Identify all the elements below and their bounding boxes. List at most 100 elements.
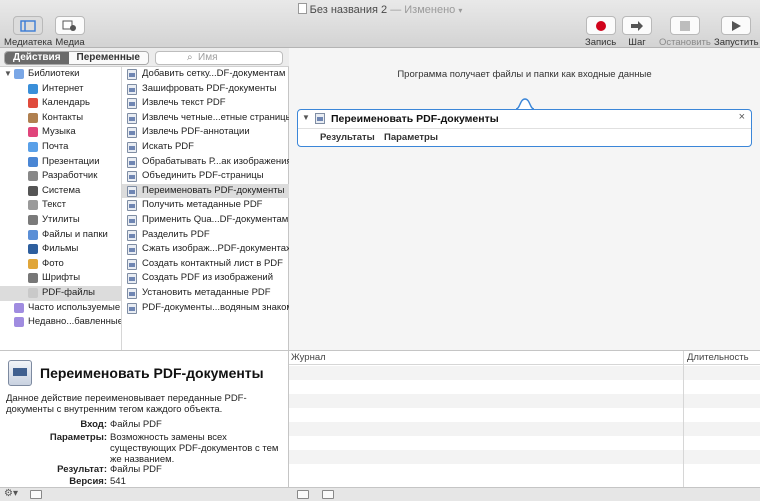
sidebar-item[interactable]: Файлы и папки xyxy=(0,228,121,243)
sidebar-item[interactable]: Интернет xyxy=(0,82,121,97)
list-item-label: Переименовать PDF-документы xyxy=(142,184,285,196)
run-button[interactable]: Запустить xyxy=(714,16,759,48)
log-row xyxy=(289,422,760,436)
pdf-action-icon xyxy=(127,215,137,226)
gear-icon[interactable]: ⚙▾ xyxy=(4,488,18,499)
stop-button[interactable]: Остановить xyxy=(659,16,711,48)
smart-folder-label: Недавно...бавленные xyxy=(28,316,122,328)
category-icon xyxy=(28,258,38,269)
list-item[interactable]: Установить метаданные PDF xyxy=(122,286,289,301)
result-value: Файлы PDF xyxy=(110,464,162,475)
library-button[interactable]: Медиатека xyxy=(4,16,52,48)
list-item[interactable]: Переименовать PDF-документы xyxy=(122,183,289,199)
list-item[interactable]: Разделить PDF xyxy=(122,228,289,243)
media-button-label: Медиа xyxy=(55,37,85,48)
sidebar-item[interactable]: Утилиты xyxy=(0,213,121,228)
sidebar-item-label: Фильмы xyxy=(42,243,79,255)
close-icon[interactable]: × xyxy=(739,111,745,123)
bottom-bar: ⚙▾ xyxy=(0,487,760,501)
pdf-action-icon xyxy=(127,156,137,168)
library-icon xyxy=(13,16,44,35)
sidebar-item[interactable]: Шрифты xyxy=(0,271,121,286)
category-icon xyxy=(28,288,38,298)
description-text: Данное действие переименовывает переданн… xyxy=(6,393,247,415)
input-value: Файлы PDF xyxy=(110,419,162,430)
category-icon xyxy=(28,142,38,152)
action-card-header: ▼ Переименовать PDF-документы × xyxy=(298,110,751,129)
result-label: Результат: xyxy=(57,464,107,475)
pdf-action-icon xyxy=(127,142,137,153)
tab-actions[interactable]: Действия xyxy=(5,52,69,64)
description-pane: Переименовать PDF-документы Данное дейст… xyxy=(0,350,289,487)
pdf-action-icon xyxy=(127,288,137,299)
chevron-down-icon[interactable]: ▾ xyxy=(458,6,462,15)
media-button[interactable]: Медиа xyxy=(55,16,85,48)
input-label: Вход: xyxy=(80,419,107,430)
smart-folder-item[interactable]: Часто используемые xyxy=(0,301,121,316)
step-button[interactable]: Шаг xyxy=(622,16,652,48)
sidebar-item[interactable]: Контакты xyxy=(0,111,121,126)
log-row xyxy=(289,450,760,464)
log-view-icon[interactable] xyxy=(297,490,309,499)
smart-folder-icon xyxy=(14,317,24,328)
params-label: Параметры: xyxy=(49,432,107,443)
list-item-label: Зашифровать PDF-документы xyxy=(142,82,277,94)
sidebar-item[interactable]: Почта xyxy=(0,140,121,155)
pdf-action-icon xyxy=(127,229,137,241)
sidebar-item[interactable]: Презентации xyxy=(0,155,121,170)
pdf-action-icon xyxy=(127,69,137,80)
list-item[interactable]: Применить Qua...DF-документам xyxy=(122,213,289,228)
sidebar-item[interactable]: Разработчик xyxy=(0,169,121,184)
list-item-label: Объединить PDF-страницы xyxy=(142,170,264,182)
list-item[interactable]: PDF-документы...водяным знаком xyxy=(122,301,289,316)
connector-notch-icon xyxy=(516,98,534,109)
sidebar-item-label: Утилиты xyxy=(42,214,80,225)
tab-results[interactable]: Результаты xyxy=(320,132,375,143)
list-item[interactable]: Зашифровать PDF-документы xyxy=(122,82,289,97)
list-item[interactable]: Получить метаданные PDF xyxy=(122,198,289,213)
search-input[interactable]: ⌕ Имя xyxy=(155,51,283,65)
log-column-divider xyxy=(683,351,684,488)
collapse-triangle-icon[interactable]: ▼ xyxy=(302,113,310,122)
category-icon xyxy=(28,273,38,284)
list-item[interactable]: Добавить сетку...DF-документам xyxy=(122,67,289,82)
sidebar-item[interactable]: Система xyxy=(0,184,121,199)
sidebar-item[interactable]: Календарь xyxy=(0,96,121,111)
list-item[interactable]: Извлечь четные...етные страницы xyxy=(122,111,289,126)
sidebar-item[interactable]: Музыка xyxy=(0,125,121,140)
list-item[interactable]: Объединить PDF-страницы xyxy=(122,169,289,184)
list-item[interactable]: Создать контактный лист в PDF xyxy=(122,257,289,272)
list-item[interactable]: Извлечь текст PDF xyxy=(122,96,289,111)
library-root[interactable]: ▼ Библиотеки xyxy=(0,67,121,82)
list-item[interactable]: Извлечь PDF-аннотации xyxy=(122,125,289,140)
smart-folder-item[interactable]: Недавно...бавленные xyxy=(0,315,122,330)
variables-view-icon[interactable] xyxy=(322,490,334,499)
stop-icon xyxy=(669,16,700,35)
list-item-label: Сжать изображ...PDF-документах xyxy=(142,243,289,255)
list-item[interactable]: Сжать изображ...PDF-документах xyxy=(122,242,289,257)
disclosure-triangle-icon[interactable]: ▼ xyxy=(4,67,12,82)
record-button[interactable]: Запись xyxy=(585,16,616,48)
sidebar-item[interactable]: Текст xyxy=(0,198,121,213)
action-card[interactable]: ▼ Переименовать PDF-документы × Результа… xyxy=(297,109,752,147)
sidebar-item[interactable]: Фото xyxy=(0,257,121,272)
workflow-area[interactable]: Программа получает файлы и папки как вхо… xyxy=(289,48,760,350)
search-icon: ⌕ xyxy=(187,52,193,63)
tab-parameters[interactable]: Параметры xyxy=(384,132,438,143)
log-column-journal[interactable]: Журнал xyxy=(291,351,326,365)
tab-variables[interactable]: Переменные xyxy=(68,52,148,64)
list-item[interactable]: Искать PDF xyxy=(122,140,289,155)
log-column-duration[interactable]: Длительность xyxy=(687,351,749,365)
list-item-label: Установить метаданные PDF xyxy=(142,287,271,298)
sidebar-item-label: Разработчик xyxy=(42,170,98,182)
sidebar-item[interactable]: Фильмы xyxy=(0,242,121,257)
show-description-icon[interactable] xyxy=(30,490,42,499)
list-item[interactable]: Создать PDF из изображений xyxy=(122,271,289,286)
list-item[interactable]: Обрабатывать Р...ак изображения xyxy=(122,155,289,170)
stop-button-label: Остановить xyxy=(659,37,711,48)
pdf-action-icon xyxy=(127,273,137,285)
sidebar-item[interactable]: PDF-файлы xyxy=(0,286,121,301)
pdf-action-icon xyxy=(127,112,137,124)
smart-folder-label: Часто используемые xyxy=(28,301,121,313)
run-button-label: Запустить xyxy=(714,37,759,48)
